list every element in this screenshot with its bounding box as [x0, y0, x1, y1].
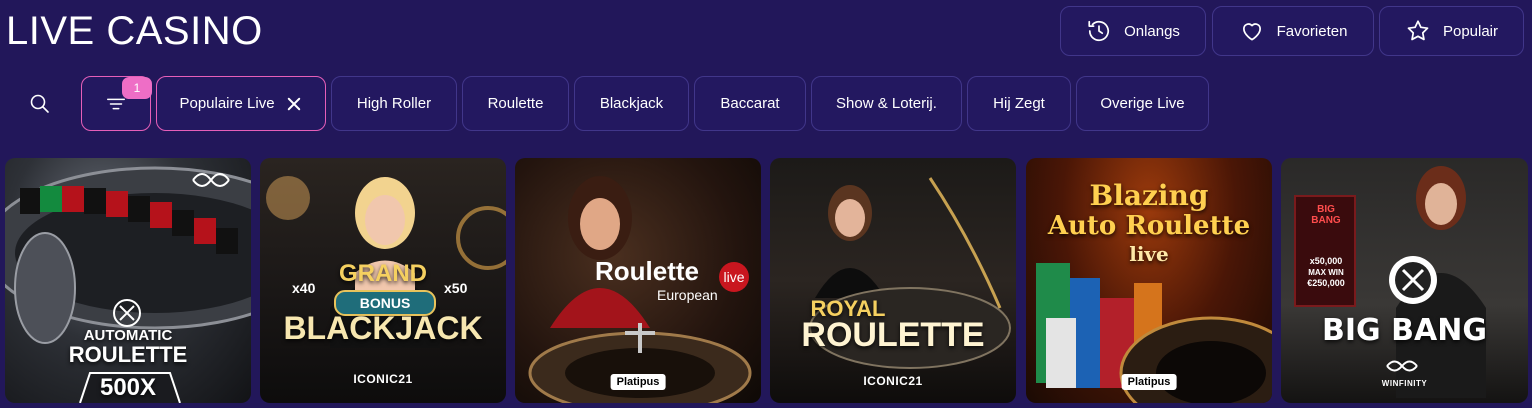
- page-title: LIVE CASINO: [6, 9, 263, 53]
- chip-label: Show & Loterij.: [836, 95, 937, 112]
- chip-overige-live[interactable]: Overige Live: [1076, 76, 1209, 131]
- game-title-line3: 500X: [99, 374, 157, 401]
- heart-icon: [1242, 23, 1261, 41]
- game-card-blazing-auto-roulette[interactable]: Blazing Auto Roulette live Platipus: [1026, 158, 1272, 403]
- recent-button[interactable]: Onlangs: [1060, 6, 1206, 56]
- game-title-line2: European: [657, 287, 718, 303]
- filter-count-badge: 1: [122, 77, 152, 99]
- search-icon: [30, 94, 49, 113]
- recent-label: Onlangs: [1124, 22, 1180, 40]
- game-card-big-bang[interactable]: BIG BANG x50,000 MAX WIN €250,000 BIG BA…: [1281, 158, 1528, 403]
- popular-label: Populair: [1442, 22, 1499, 40]
- sign-line2: BANG: [1311, 215, 1341, 226]
- chip-show-loterij[interactable]: Show & Loterij.: [811, 76, 962, 131]
- chip-label: Roulette: [487, 95, 544, 112]
- history-icon: [1088, 20, 1110, 42]
- game-card-grand-bonus-blackjack[interactable]: GRAND BONUS BLACKJACK x40 x50 ICONIC21: [260, 158, 506, 403]
- dealer-art: [809, 177, 1011, 369]
- multiplier-left: x40: [292, 280, 316, 296]
- chip-roulette[interactable]: Roulette: [462, 76, 569, 131]
- chip-high-roller[interactable]: High Roller: [331, 76, 457, 131]
- game-title-line2: BLACKJACK: [283, 310, 483, 346]
- favorites-button[interactable]: Favorieten: [1212, 6, 1374, 56]
- sign-line5: €250,000: [1307, 278, 1345, 288]
- chip-hij-zegt[interactable]: Hij Zegt: [967, 76, 1071, 131]
- sign-line3: x50,000: [1309, 256, 1343, 266]
- chip-label: Hij Zegt: [993, 95, 1045, 112]
- chip-blackjack[interactable]: Blackjack: [574, 76, 689, 131]
- game-title-line1: Roulette: [595, 256, 699, 286]
- filter-button[interactable]: 1: [81, 76, 152, 131]
- provider-logo: Platipus: [610, 374, 666, 390]
- sign-line1: BIG: [1317, 204, 1335, 215]
- game-card-royal-roulette[interactable]: ROYAL ROULETTE ICONIC21: [770, 158, 1016, 403]
- chip-label: Baccarat: [720, 95, 780, 112]
- game-title-line1: BIG BANG: [1322, 313, 1487, 348]
- game-title-line3: live: [1129, 242, 1169, 266]
- game-title-line2: ROULETTE: [68, 342, 188, 367]
- provider-logo: ICONIC21: [353, 372, 413, 386]
- chip-label: High Roller: [356, 95, 432, 112]
- provider-logo: WINFINITY: [1381, 379, 1428, 388]
- game-card-roulette-european[interactable]: Roulette live European Platipus: [515, 158, 761, 403]
- favorites-label: Favorieten: [1276, 22, 1348, 40]
- popular-button[interactable]: Populair: [1379, 6, 1524, 56]
- chip-label: Populaire Live: [179, 95, 275, 112]
- provider-logo: Platipus: [1121, 374, 1177, 390]
- game-card-automatic-roulette[interactable]: AUTOMATIC ROULETTE 500X: [5, 158, 251, 403]
- game-title-line1: Blazing: [1089, 179, 1209, 212]
- chip-populaire-live[interactable]: Populaire Live: [156, 76, 326, 131]
- chip-label: Blackjack: [599, 95, 664, 112]
- close-icon[interactable]: [285, 95, 303, 113]
- search-button[interactable]: [24, 88, 56, 120]
- sign-line4: MAX WIN: [1308, 268, 1344, 277]
- star-icon: [1407, 20, 1429, 41]
- chip-label: Overige Live: [1100, 95, 1185, 112]
- game-title-line2: ROULETTE: [801, 316, 985, 354]
- provider-logo: ICONIC21: [863, 374, 923, 388]
- game-title-line1: AUTOMATIC: [83, 327, 173, 344]
- game-title-line2: Auto Roulette: [1047, 211, 1251, 241]
- chip-baccarat[interactable]: Baccarat: [694, 76, 806, 131]
- live-badge: live: [719, 262, 749, 292]
- multiplier-right: x50: [444, 280, 468, 296]
